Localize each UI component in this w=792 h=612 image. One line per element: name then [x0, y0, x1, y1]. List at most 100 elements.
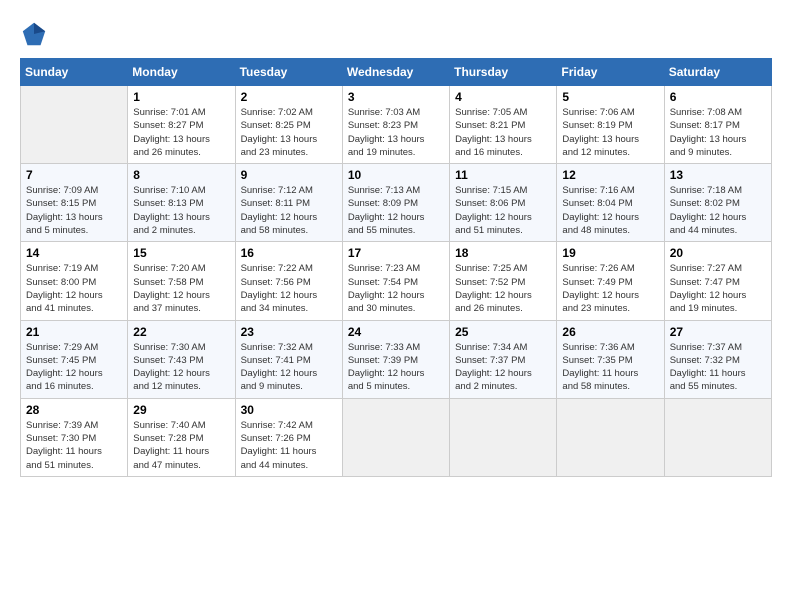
calendar-cell: 2Sunrise: 7:02 AM Sunset: 8:25 PM Daylig… — [235, 86, 342, 164]
day-number: 15 — [133, 246, 229, 260]
day-number: 12 — [562, 168, 658, 182]
calendar-cell: 18 Sunrise: 7:25 AM Sunset: 7:52 PM Dayli… — [450, 242, 557, 320]
day-info: Sunrise: 7:03 AM Sunset: 8:23 PM Dayligh… — [348, 106, 444, 159]
day-number: 18 — [455, 246, 551, 260]
day-info: Sunrise: 7:19 AM Sunset: 8:00 PM Dayligh… — [26, 262, 122, 315]
calendar-cell: 21 Sunrise: 7:29 AM Sunset: 7:45 PM Dayli… — [21, 320, 128, 398]
calendar-cell — [664, 398, 771, 476]
calendar-cell: 8 Sunrise: 7:10 AM Sunset: 8:13 PM Daylig… — [128, 164, 235, 242]
calendar-cell: 22 Sunrise: 7:30 AM Sunset: 7:43 PM Dayli… — [128, 320, 235, 398]
day-info: Sunrise: 7:12 AM Sunset: 8:11 PM Dayligh… — [241, 184, 337, 237]
day-number: 30 — [241, 403, 337, 417]
calendar-cell: 24 Sunrise: 7:33 AM Sunset: 7:39 PM Dayli… — [342, 320, 449, 398]
day-number: 13 — [670, 168, 766, 182]
calendar-cell: 5 Sunrise: 7:06 AM Sunset: 8:19 PM Daylig… — [557, 86, 664, 164]
day-number: 21 — [26, 325, 122, 339]
day-number: 1 — [133, 90, 229, 104]
day-number: 8 — [133, 168, 229, 182]
day-info: Sunrise: 7:40 AM Sunset: 7:28 PM Dayligh… — [133, 419, 229, 472]
calendar-cell: 16 Sunrise: 7:22 AM Sunset: 7:56 PM Dayli… — [235, 242, 342, 320]
calendar-cell: 4 Sunrise: 7:05 AM Sunset: 8:21 PM Daylig… — [450, 86, 557, 164]
day-info: Sunrise: 7:30 AM Sunset: 7:43 PM Dayligh… — [133, 341, 229, 394]
day-info: Sunrise: 7:42 AM Sunset: 7:26 PM Dayligh… — [241, 419, 337, 472]
page-header — [20, 20, 772, 48]
calendar-cell: 25 Sunrise: 7:34 AM Sunset: 7:37 PM Dayli… — [450, 320, 557, 398]
day-info: Sunrise: 7:32 AM Sunset: 7:41 PM Dayligh… — [241, 341, 337, 394]
logo-icon — [20, 20, 48, 48]
day-number: 19 — [562, 246, 658, 260]
day-number: 25 — [455, 325, 551, 339]
day-info: Sunrise: 7:15 AM Sunset: 8:06 PM Dayligh… — [455, 184, 551, 237]
calendar-cell: 3 Sunrise: 7:03 AM Sunset: 8:23 PM Daylig… — [342, 86, 449, 164]
day-info: Sunrise: 7:36 AM Sunset: 7:35 PM Dayligh… — [562, 341, 658, 394]
day-number: 24 — [348, 325, 444, 339]
calendar-week-row: 21 Sunrise: 7:29 AM Sunset: 7:45 PM Dayli… — [21, 320, 772, 398]
day-info: Sunrise: 7:29 AM Sunset: 7:45 PM Dayligh… — [26, 341, 122, 394]
calendar-cell: 15Sunrise: 7:20 AM Sunset: 7:58 PM Dayli… — [128, 242, 235, 320]
day-info: Sunrise: 7:25 AM Sunset: 7:52 PM Dayligh… — [455, 262, 551, 315]
day-number: 20 — [670, 246, 766, 260]
weekday-header: Thursday — [450, 59, 557, 86]
day-number: 28 — [26, 403, 122, 417]
day-info: Sunrise: 7:06 AM Sunset: 8:19 PM Dayligh… — [562, 106, 658, 159]
calendar-cell — [21, 86, 128, 164]
day-number: 17 — [348, 246, 444, 260]
day-info: Sunrise: 7:09 AM Sunset: 8:15 PM Dayligh… — [26, 184, 122, 237]
calendar-cell: 17Sunrise: 7:23 AM Sunset: 7:54 PM Dayli… — [342, 242, 449, 320]
calendar-cell: 26Sunrise: 7:36 AM Sunset: 7:35 PM Dayli… — [557, 320, 664, 398]
calendar-week-row: 14 Sunrise: 7:19 AM Sunset: 8:00 PM Dayli… — [21, 242, 772, 320]
day-number: 29 — [133, 403, 229, 417]
calendar-cell: 12Sunrise: 7:16 AM Sunset: 8:04 PM Dayli… — [557, 164, 664, 242]
weekday-header: Friday — [557, 59, 664, 86]
calendar-week-row: 28 Sunrise: 7:39 AM Sunset: 7:30 PM Dayli… — [21, 398, 772, 476]
calendar-cell: 19 Sunrise: 7:26 AM Sunset: 7:49 PM Dayli… — [557, 242, 664, 320]
day-number: 4 — [455, 90, 551, 104]
calendar-cell — [450, 398, 557, 476]
calendar-week-row: 7 Sunrise: 7:09 AM Sunset: 8:15 PM Daylig… — [21, 164, 772, 242]
day-info: Sunrise: 7:22 AM Sunset: 7:56 PM Dayligh… — [241, 262, 337, 315]
logo — [20, 20, 52, 48]
calendar-week-row: 1 Sunrise: 7:01 AM Sunset: 8:27 PM Daylig… — [21, 86, 772, 164]
day-info: Sunrise: 7:18 AM Sunset: 8:02 PM Dayligh… — [670, 184, 766, 237]
day-info: Sunrise: 7:13 AM Sunset: 8:09 PM Dayligh… — [348, 184, 444, 237]
weekday-header: Monday — [128, 59, 235, 86]
calendar-cell: 10 Sunrise: 7:13 AM Sunset: 8:09 PM Dayli… — [342, 164, 449, 242]
calendar-cell — [557, 398, 664, 476]
day-number: 3 — [348, 90, 444, 104]
day-number: 6 — [670, 90, 766, 104]
calendar-cell: 9 Sunrise: 7:12 AM Sunset: 8:11 PM Daylig… — [235, 164, 342, 242]
day-info: Sunrise: 7:37 AM Sunset: 7:32 PM Dayligh… — [670, 341, 766, 394]
day-info: Sunrise: 7:08 AM Sunset: 8:17 PM Dayligh… — [670, 106, 766, 159]
weekday-header: Tuesday — [235, 59, 342, 86]
calendar-cell: 13 Sunrise: 7:18 AM Sunset: 8:02 PM Dayli… — [664, 164, 771, 242]
weekday-header: Saturday — [664, 59, 771, 86]
calendar-cell: 28 Sunrise: 7:39 AM Sunset: 7:30 PM Dayli… — [21, 398, 128, 476]
day-number: 5 — [562, 90, 658, 104]
calendar-table: SundayMondayTuesdayWednesdayThursdayFrid… — [20, 58, 772, 477]
day-info: Sunrise: 7:10 AM Sunset: 8:13 PM Dayligh… — [133, 184, 229, 237]
day-info: Sunrise: 7:39 AM Sunset: 7:30 PM Dayligh… — [26, 419, 122, 472]
day-info: Sunrise: 7:02 AM Sunset: 8:25 PM Dayligh… — [241, 106, 337, 159]
day-info: Sunrise: 7:33 AM Sunset: 7:39 PM Dayligh… — [348, 341, 444, 394]
calendar-cell: 14 Sunrise: 7:19 AM Sunset: 8:00 PM Dayli… — [21, 242, 128, 320]
day-info: Sunrise: 7:26 AM Sunset: 7:49 PM Dayligh… — [562, 262, 658, 315]
calendar-cell: 11 Sunrise: 7:15 AM Sunset: 8:06 PM Dayli… — [450, 164, 557, 242]
day-number: 10 — [348, 168, 444, 182]
day-number: 14 — [26, 246, 122, 260]
day-info: Sunrise: 7:01 AM Sunset: 8:27 PM Dayligh… — [133, 106, 229, 159]
calendar-cell: 6 Sunrise: 7:08 AM Sunset: 8:17 PM Daylig… — [664, 86, 771, 164]
day-number: 27 — [670, 325, 766, 339]
day-info: Sunrise: 7:05 AM Sunset: 8:21 PM Dayligh… — [455, 106, 551, 159]
day-number: 9 — [241, 168, 337, 182]
day-number: 22 — [133, 325, 229, 339]
day-number: 11 — [455, 168, 551, 182]
calendar-cell: 23 Sunrise: 7:32 AM Sunset: 7:41 PM Dayli… — [235, 320, 342, 398]
day-number: 7 — [26, 168, 122, 182]
day-info: Sunrise: 7:34 AM Sunset: 7:37 PM Dayligh… — [455, 341, 551, 394]
calendar-cell: 1 Sunrise: 7:01 AM Sunset: 8:27 PM Daylig… — [128, 86, 235, 164]
day-number: 16 — [241, 246, 337, 260]
calendar-cell — [342, 398, 449, 476]
day-number: 23 — [241, 325, 337, 339]
weekday-header-row: SundayMondayTuesdayWednesdayThursdayFrid… — [21, 59, 772, 86]
day-info: Sunrise: 7:27 AM Sunset: 7:47 PM Dayligh… — [670, 262, 766, 315]
